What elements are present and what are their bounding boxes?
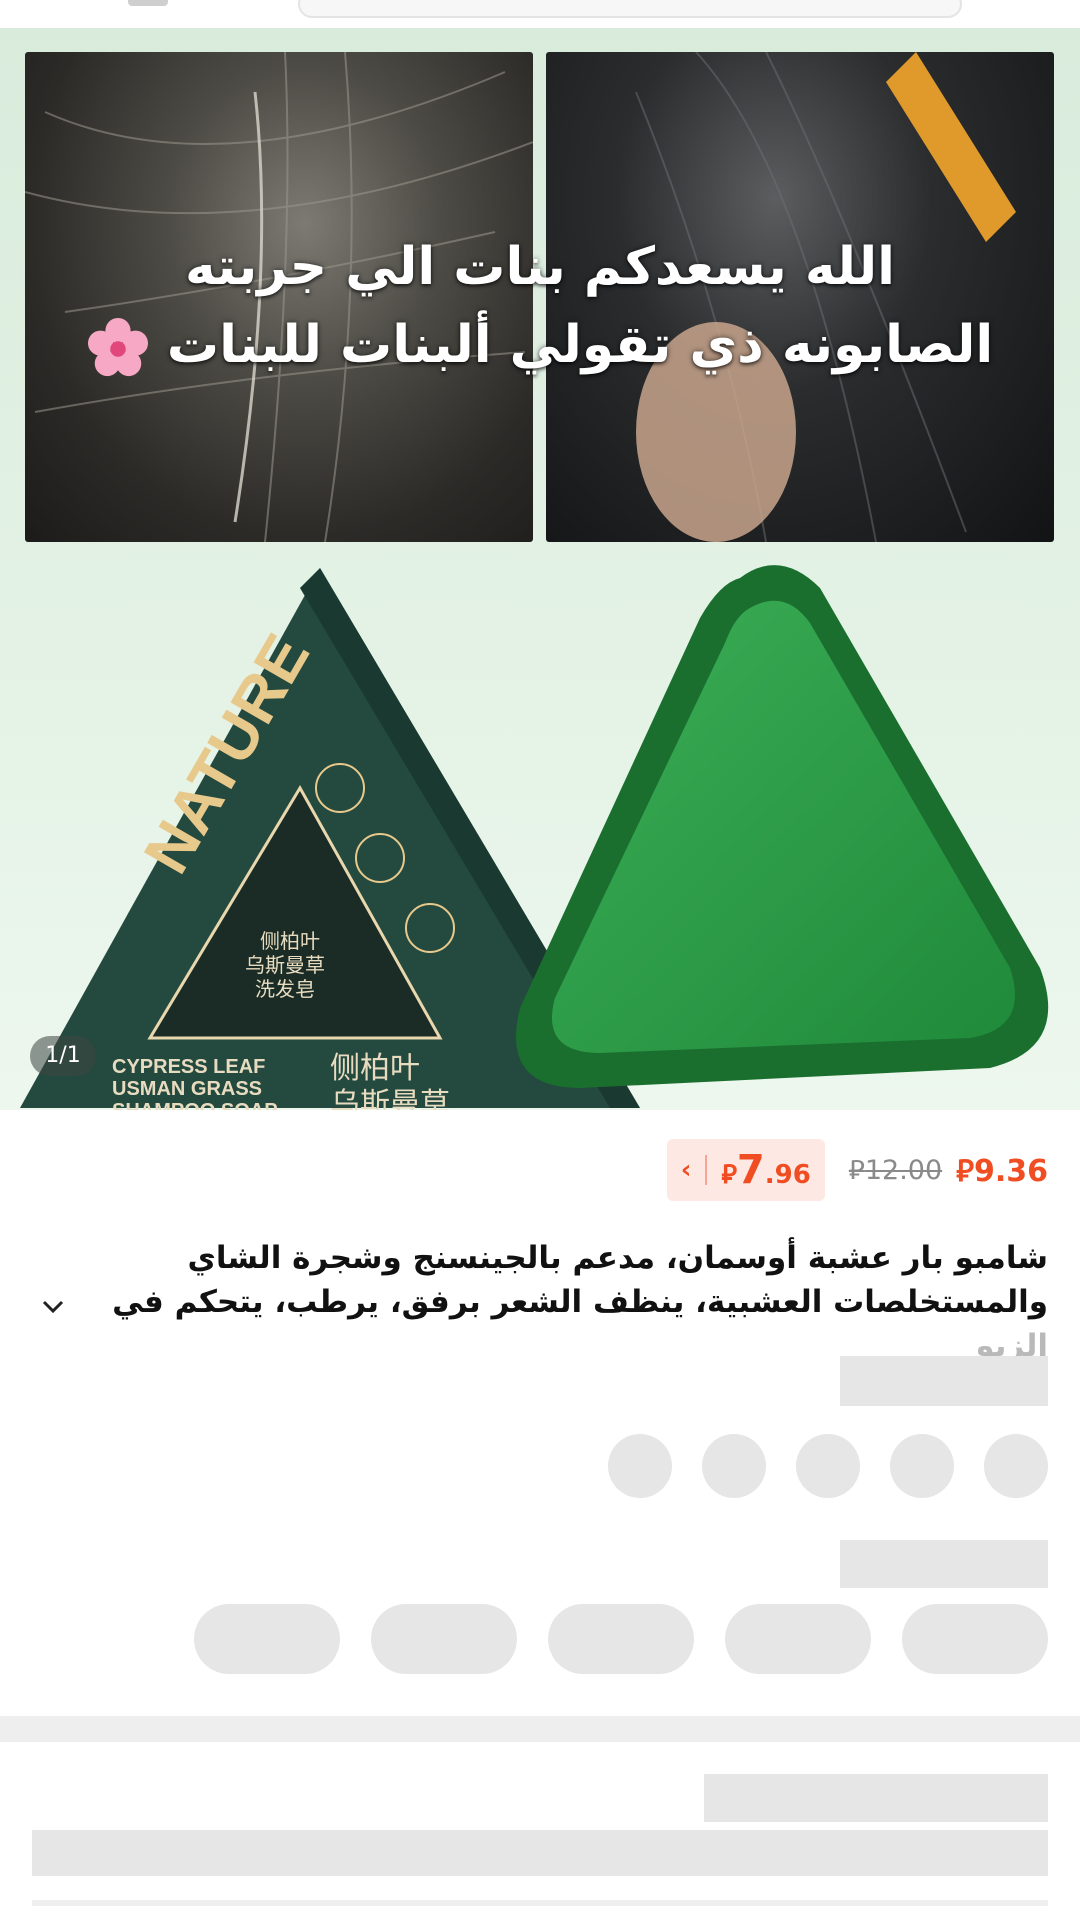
skeleton-option — [725, 1604, 871, 1674]
section-divider — [0, 1716, 1080, 1742]
skeleton-swatch — [984, 1434, 1048, 1498]
skeleton-text-line — [32, 1830, 1048, 1876]
image-counter: 1/1 — [30, 1036, 96, 1076]
price-row: ⃁9.36 ⃁12.00 ‹ ⃁7.96 — [666, 1139, 1048, 1201]
skeleton-swatch — [796, 1434, 860, 1498]
skeleton-option — [371, 1604, 517, 1674]
sale-price: ⃁9.36 — [956, 1153, 1048, 1189]
skeleton-swatch — [702, 1434, 766, 1498]
skeleton-label — [840, 1356, 1048, 1406]
chevron-left-icon: ‹ — [680, 1155, 692, 1185]
cherry-blossom-icon — [87, 317, 148, 377]
skeleton-option — [548, 1604, 694, 1674]
riyal-icon: ⃁ — [956, 1153, 974, 1189]
svg-text:CYPRESS LEAFUSMAN GRASSSHAMPOO: CYPRESS LEAF USMAN GRASS SHAMPOO SOAP — [112, 1056, 278, 1110]
skeleton-option — [194, 1604, 340, 1674]
back-button[interactable] — [128, 0, 168, 6]
coupon-price: ⃁7.96 — [721, 1147, 811, 1193]
chevron-down-icon[interactable] — [40, 1296, 66, 1316]
search-input[interactable] — [298, 0, 962, 18]
riyal-icon: ⃁ — [721, 1160, 737, 1190]
product-title[interactable]: شامبو بار عشبة أوسمان، مدعم بالجينسنج وش… — [40, 1236, 1048, 1368]
skeleton-option — [902, 1604, 1048, 1674]
skeleton-swatch — [890, 1434, 954, 1498]
product-image-gallery[interactable]: الله يسعدكم بنات الي جربته الصابونه ذي ت… — [0, 28, 1080, 1110]
skeleton-footer-line — [32, 1900, 1048, 1906]
green-soap-bar-image — [516, 565, 1049, 1088]
riyal-icon: ⃁ — [848, 1155, 865, 1186]
review-overlay-text: الله يسعدكم بنات الي جربته الصابونه ذي ت… — [60, 228, 1020, 384]
coupon-price-button[interactable]: ‹ ⃁7.96 — [666, 1139, 825, 1201]
skeleton-label — [840, 1540, 1048, 1588]
original-price: ⃁12.00 — [848, 1155, 943, 1186]
skeleton-swatch — [608, 1434, 672, 1498]
coupon-divider — [705, 1155, 708, 1185]
top-bar — [0, 0, 1080, 29]
skeleton-heading — [704, 1774, 1048, 1822]
